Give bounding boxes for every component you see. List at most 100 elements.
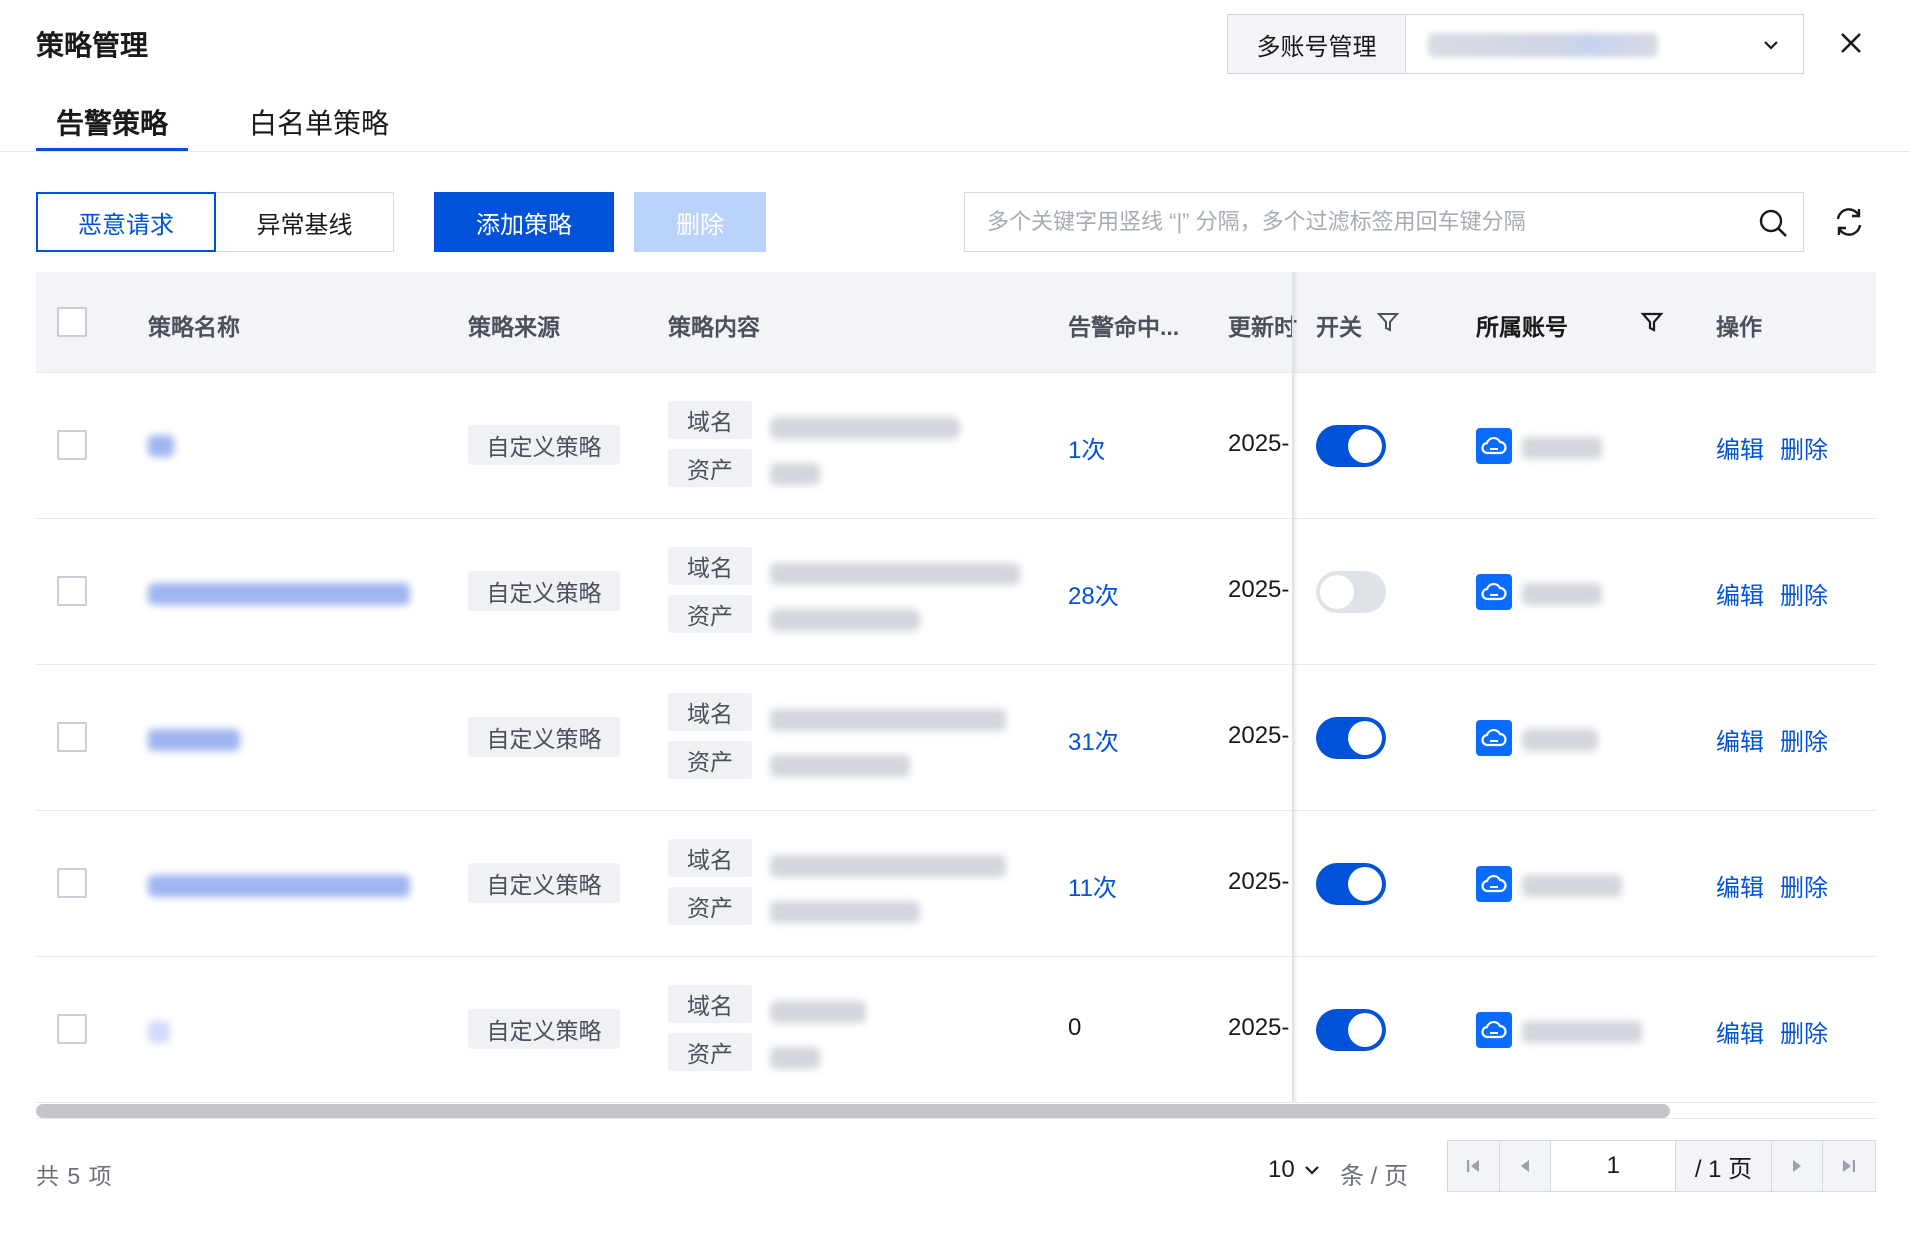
last-page-button[interactable]	[1823, 1141, 1875, 1191]
update-time: 2025-	[1228, 868, 1290, 895]
delete-link[interactable]: 删除	[1780, 430, 1828, 465]
policy-name-redacted[interactable]	[148, 435, 174, 457]
policy-name-redacted[interactable]	[148, 1021, 170, 1043]
current-page-input[interactable]	[1551, 1141, 1677, 1191]
hits-link[interactable]: 31次	[1068, 722, 1119, 757]
update-time: 2025-	[1228, 576, 1290, 603]
filter-icon[interactable]	[1640, 310, 1664, 334]
account-redacted	[1522, 437, 1602, 459]
hits-link[interactable]: 28次	[1068, 576, 1119, 611]
switch-knob	[1348, 721, 1382, 755]
delete-link[interactable]: 删除	[1780, 722, 1828, 757]
policy-name-redacted[interactable]	[148, 729, 240, 751]
source-tag: 自定义策略	[468, 717, 620, 757]
hits-link[interactable]: 11次	[1068, 868, 1117, 903]
content-redacted	[770, 755, 910, 777]
row-checkbox[interactable]	[57, 722, 87, 752]
edit-link[interactable]: 编辑	[1716, 576, 1764, 611]
content-redacted	[770, 709, 1006, 731]
horizontal-scrollbar-thumb[interactable]	[36, 1104, 1670, 1118]
edit-link[interactable]: 编辑	[1716, 722, 1764, 757]
tabs-divider	[0, 151, 1910, 152]
policy-name-redacted[interactable]	[148, 875, 410, 897]
update-time: 2025-	[1228, 722, 1290, 749]
segment-abnormal-baseline[interactable]: 异常基线	[216, 192, 394, 252]
hits-link[interactable]: 1次	[1068, 430, 1105, 465]
cloud-account-icon	[1476, 428, 1512, 464]
switch-knob	[1348, 867, 1382, 901]
content-redacted	[770, 1001, 866, 1023]
cloud-account-icon	[1476, 720, 1512, 756]
table-row: 自定义策略 域名 资产 28次 2025- 编辑 删除	[36, 519, 1876, 665]
table-row: 自定义策略 域名 资产 31次 2025- 编辑 删除	[36, 665, 1876, 811]
next-page-icon	[1793, 1160, 1801, 1172]
add-policy-button[interactable]: 添加策略	[434, 192, 614, 252]
page-size-unit: 条 / 页	[1340, 1163, 1409, 1190]
content-redacted	[770, 609, 920, 631]
search-icon[interactable]	[1757, 207, 1789, 239]
delete-link[interactable]: 删除	[1780, 868, 1828, 903]
account-select[interactable]	[1406, 14, 1804, 74]
multi-account-button[interactable]: 多账号管理	[1227, 14, 1406, 74]
content-redacted	[770, 855, 1006, 877]
column-header-updated[interactable]: 更新时	[1228, 308, 1298, 342]
account-select-value-redacted	[1428, 33, 1658, 57]
search-box	[964, 192, 1804, 252]
row-checkbox[interactable]	[57, 868, 87, 898]
segment-malicious-request[interactable]: 恶意请求	[36, 192, 216, 252]
content-tag: 域名	[668, 693, 752, 731]
chevron-down-icon	[1304, 1166, 1319, 1175]
filter-icon[interactable]	[1376, 310, 1400, 334]
table-bottom-border	[36, 1118, 1876, 1119]
row-checkbox[interactable]	[57, 1014, 87, 1044]
column-header-account: 所属账号	[1476, 314, 1568, 340]
cloud-account-icon	[1476, 866, 1512, 902]
chevron-down-icon	[1764, 41, 1778, 50]
edit-link[interactable]: 编辑	[1716, 1014, 1764, 1049]
edit-link[interactable]: 编辑	[1716, 868, 1764, 903]
account-redacted	[1522, 729, 1598, 751]
switch-knob	[1348, 429, 1382, 463]
close-icon[interactable]	[1836, 28, 1866, 58]
fixed-column-divider	[1292, 272, 1294, 1102]
table-row: 自定义策略 域名 资产 0 2025- 编辑 删除	[36, 957, 1876, 1103]
column-header-hits[interactable]: 告警命中...	[1068, 308, 1179, 342]
content-tag: 域名	[668, 547, 752, 585]
search-input[interactable]	[987, 193, 1747, 251]
source-tag: 自定义策略	[468, 425, 620, 465]
content-redacted	[770, 901, 920, 923]
policy-switch[interactable]	[1316, 571, 1386, 613]
policy-name-redacted[interactable]	[148, 583, 410, 605]
page-size-select[interactable]: 10	[1268, 1156, 1321, 1184]
prev-page-button[interactable]	[1499, 1141, 1552, 1191]
refresh-icon[interactable]	[1832, 205, 1866, 239]
update-time: 2025-	[1228, 430, 1290, 457]
hits-count: 0	[1068, 1014, 1082, 1041]
policy-switch[interactable]	[1316, 425, 1386, 467]
pager: / 1 页	[1447, 1140, 1876, 1192]
content-tag: 资产	[668, 449, 752, 487]
next-page-button[interactable]	[1771, 1141, 1824, 1191]
policy-switch[interactable]	[1316, 717, 1386, 759]
row-checkbox[interactable]	[57, 576, 87, 606]
total-count: 共 5 项	[36, 1163, 113, 1189]
delete-link[interactable]: 删除	[1780, 1014, 1828, 1049]
select-all-checkbox[interactable]	[57, 307, 87, 337]
first-page-button[interactable]	[1448, 1141, 1500, 1191]
source-tag: 自定义策略	[468, 1009, 620, 1049]
policy-switch[interactable]	[1316, 1009, 1386, 1051]
content-tag: 域名	[668, 401, 752, 439]
delete-button[interactable]: 删除	[634, 192, 766, 252]
content-redacted	[770, 1047, 820, 1069]
tab-whitelist-policy[interactable]: 白名单策略	[249, 102, 389, 142]
edit-link[interactable]: 编辑	[1716, 430, 1764, 465]
delete-link[interactable]: 删除	[1780, 576, 1828, 611]
content-redacted	[770, 463, 820, 485]
cloud-account-icon	[1476, 574, 1512, 610]
policy-switch[interactable]	[1316, 863, 1386, 905]
column-header-switch: 开关	[1316, 314, 1362, 340]
tab-alert-policy[interactable]: 告警策略	[56, 102, 168, 142]
table-header: 策略名称 策略来源 策略内容 告警命中... 更新时 开关 所属账号 操作	[36, 272, 1876, 373]
row-checkbox[interactable]	[57, 430, 87, 460]
account-redacted	[1522, 875, 1622, 897]
